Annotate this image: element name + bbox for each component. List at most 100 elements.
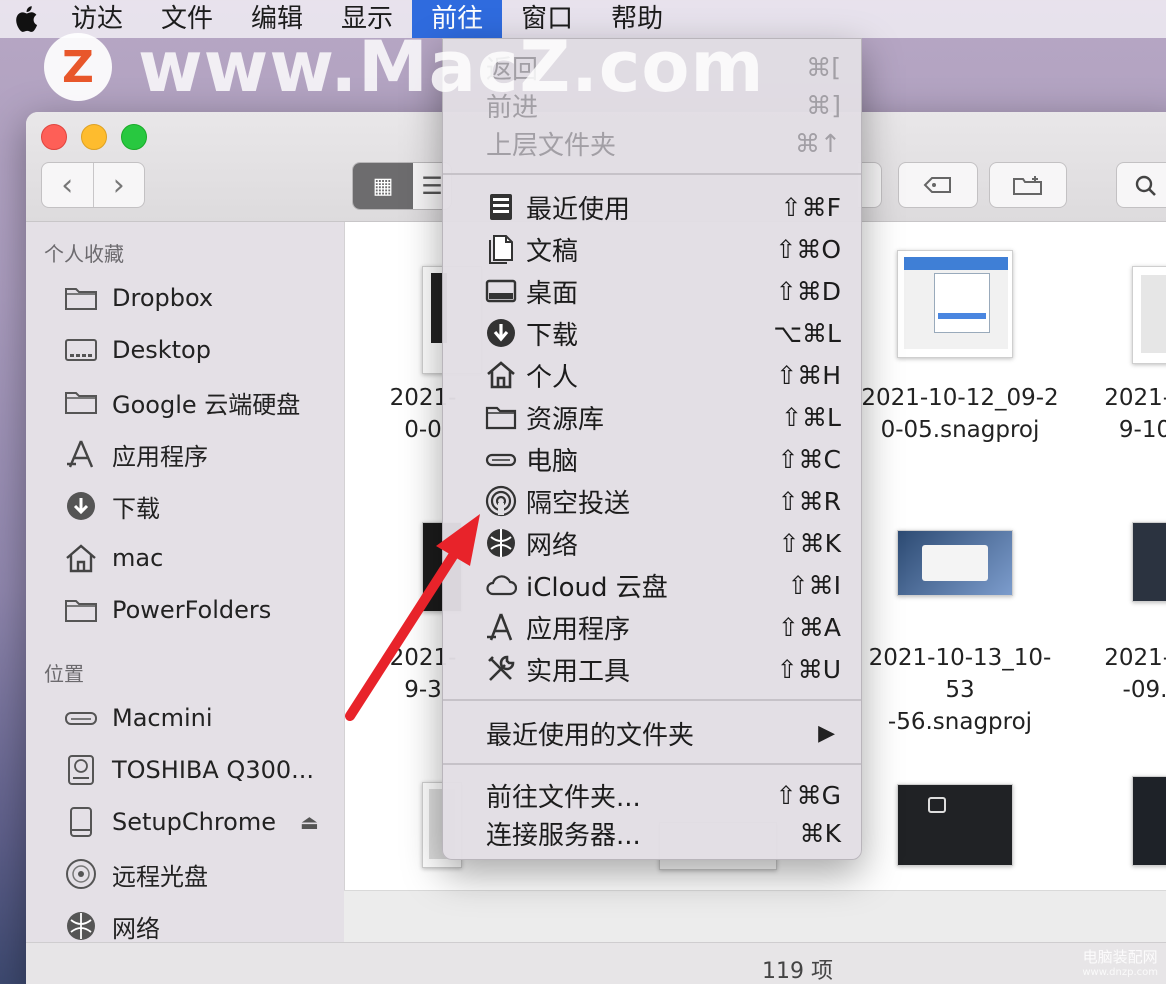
menu-item-applications[interactable]: 应用程序 ⇧⌘A	[443, 607, 861, 647]
menu-item-shortcut: ⌘↑	[795, 128, 841, 158]
harddisk-icon	[62, 753, 100, 787]
menu-item-shortcut: ⌘[	[806, 52, 841, 82]
file-name-line2: 0-05.snagproj	[880, 417, 1040, 443]
menu-item-label: 电脑	[526, 446, 579, 477]
downloads-icon	[483, 315, 519, 351]
menu-item-desktop[interactable]: 桌面 ⇧⌘D	[443, 271, 861, 311]
menu-item-downloads[interactable]: 下载 ⌥⌘L	[443, 313, 861, 353]
desktop-icon	[483, 273, 519, 309]
menu-item-go-to-folder[interactable]: 前往文件夹... ⇧⌘G	[443, 775, 861, 815]
sidebar-item-desktop[interactable]: Desktop	[62, 330, 211, 370]
sidebar-item-label: SetupChrome	[112, 808, 276, 836]
sidebar-item-label: PowerFolders	[112, 596, 272, 624]
thumbnail-heart	[928, 797, 946, 813]
icon-view-button[interactable]: ▦	[353, 163, 413, 209]
file-item[interactable]: 2021-10-12_09-2 0-05.snagproj	[855, 382, 1065, 446]
new-folder-button[interactable]	[989, 162, 1067, 208]
menu-help[interactable]: 帮助	[592, 0, 682, 38]
sidebar-item-macmini[interactable]: Macmini	[62, 698, 213, 738]
tags-button[interactable]	[898, 162, 978, 208]
navigation-buttons: ‹ ›	[41, 162, 145, 208]
sidebar-item-remote-disc[interactable]: 远程光盘	[62, 854, 208, 894]
sidebar-item-label: TOSHIBA Q300...	[112, 756, 315, 784]
sidebar: 个人收藏 Dropbox Desktop Google 云端硬盘 应用程序 下载…	[26, 222, 344, 943]
menu-go[interactable]: 前往	[412, 0, 503, 38]
apple-menu-icon[interactable]	[0, 0, 52, 38]
file-thumbnail[interactable]	[1132, 266, 1166, 364]
menu-item-home[interactable]: 个人 ⇧⌘H	[443, 355, 861, 395]
menu-item-label: 返回	[486, 54, 539, 85]
folder-icon	[62, 593, 100, 627]
back-button[interactable]: ‹	[42, 163, 93, 207]
menu-item-icloud-drive[interactable]: iCloud 云盘 ⇧⌘I	[443, 565, 861, 605]
menu-file[interactable]: 文件	[142, 0, 232, 38]
menu-edit[interactable]: 编辑	[232, 0, 322, 38]
file-thumbnail[interactable]	[897, 250, 1013, 358]
menu-window[interactable]: 窗口	[502, 0, 592, 38]
sidebar-item-setupchrome[interactable]: SetupChrome ⏏	[62, 802, 319, 842]
file-name-line1: 2021-1	[1104, 385, 1166, 411]
new-folder-icon	[1013, 176, 1042, 195]
menu-item-connect-to-server[interactable]: 连接服务器... ⌘K	[443, 813, 861, 853]
file-thumbnail[interactable]	[1132, 776, 1166, 866]
horizontal-scroll-area[interactable]	[344, 890, 1166, 942]
desktop-icon	[62, 333, 100, 367]
menu-finder[interactable]: 访达	[52, 0, 142, 38]
eject-icon[interactable]: ⏏	[300, 810, 319, 834]
file-item[interactable]: 2021-10-13_10-53 -56.snagproj	[855, 642, 1065, 738]
airdrop-icon	[483, 483, 519, 519]
search-icon	[1135, 175, 1156, 196]
menu-item-computer[interactable]: 电脑 ⇧⌘C	[443, 439, 861, 479]
search-button[interactable]	[1116, 162, 1166, 208]
menu-view[interactable]: 显示	[322, 0, 412, 38]
downloads-icon	[62, 489, 100, 523]
file-item[interactable]: 2021-1 9-10	[1095, 382, 1166, 446]
file-thumbnail[interactable]	[1132, 522, 1166, 602]
home-icon	[483, 357, 519, 393]
file-name-line2: -56.snagproj	[887, 709, 1033, 735]
sidebar-item-downloads[interactable]: 下载	[62, 486, 160, 526]
file-thumbnail[interactable]	[897, 530, 1013, 596]
sidebar-item-dropbox[interactable]: Dropbox	[62, 278, 213, 318]
menu-item-label: 个人	[526, 362, 579, 393]
file-item[interactable]: 2021-1 -09.	[1095, 642, 1166, 706]
sidebar-header-locations: 位置	[44, 662, 84, 686]
menu-item-shortcut: ⇧⌘G	[775, 780, 841, 810]
menu-item-label: 最近使用的文件夹	[486, 720, 695, 751]
menu-item-label: 前进	[486, 92, 539, 123]
menu-item-utilities[interactable]: 实用工具 ⇧⌘U	[443, 649, 861, 689]
menu-item-airdrop[interactable]: 隔空投送 ⇧⌘R	[443, 481, 861, 521]
sidebar-item-google-drive[interactable]: Google 云端硬盘	[62, 382, 300, 422]
sidebar-item-powerfolders[interactable]: PowerFolders	[62, 590, 271, 630]
sidebar-item-toshiba[interactable]: TOSHIBA Q300...	[62, 750, 314, 790]
sidebar-item-home[interactable]: mac	[62, 538, 163, 578]
menu-item-library[interactable]: 资源库 ⇧⌘L	[443, 397, 861, 437]
zoom-button[interactable]	[121, 124, 147, 150]
menu-item-recents[interactable]: 最近使用 ⇧⌘F	[443, 187, 861, 227]
close-button[interactable]	[41, 124, 67, 150]
list-icon: ☰	[421, 172, 443, 200]
sidebar-header-favorites: 个人收藏	[44, 242, 124, 266]
recents-icon	[483, 189, 519, 225]
menu-item-label: 资源库	[526, 404, 605, 435]
thumbnail-content	[1133, 777, 1166, 865]
forward-button[interactable]: ›	[92, 163, 145, 207]
file-name-line1: 2021-10-13_10-53	[868, 645, 1052, 703]
sidebar-item-network[interactable]: 网络	[62, 906, 160, 946]
menu-item-documents[interactable]: 文稿 ⇧⌘O	[443, 229, 861, 269]
menu-item-shortcut: ⌥⌘L	[773, 318, 841, 348]
menu-item-shortcut: ⇧⌘L	[781, 402, 841, 432]
menu-item-network[interactable]: 网络 ⇧⌘K	[443, 523, 861, 563]
menu-item-shortcut: ⇧⌘O	[775, 234, 841, 264]
view-switcher: ▦ ☰	[352, 162, 452, 210]
minimize-button[interactable]	[81, 124, 107, 150]
file-thumbnail[interactable]	[897, 784, 1013, 866]
sidebar-item-applications[interactable]: 应用程序	[62, 434, 208, 474]
menu-separator	[443, 763, 861, 765]
menu-item-recent-folders[interactable]: 最近使用的文件夹 ▶	[443, 713, 861, 753]
status-bar: 119 项	[26, 942, 1166, 984]
chevron-right-icon: ›	[112, 167, 125, 203]
optical-disc-icon	[62, 857, 100, 891]
menu-item-shortcut: ⇧⌘A	[777, 612, 841, 642]
menu-item-shortcut: ⇧⌘F	[780, 192, 841, 222]
